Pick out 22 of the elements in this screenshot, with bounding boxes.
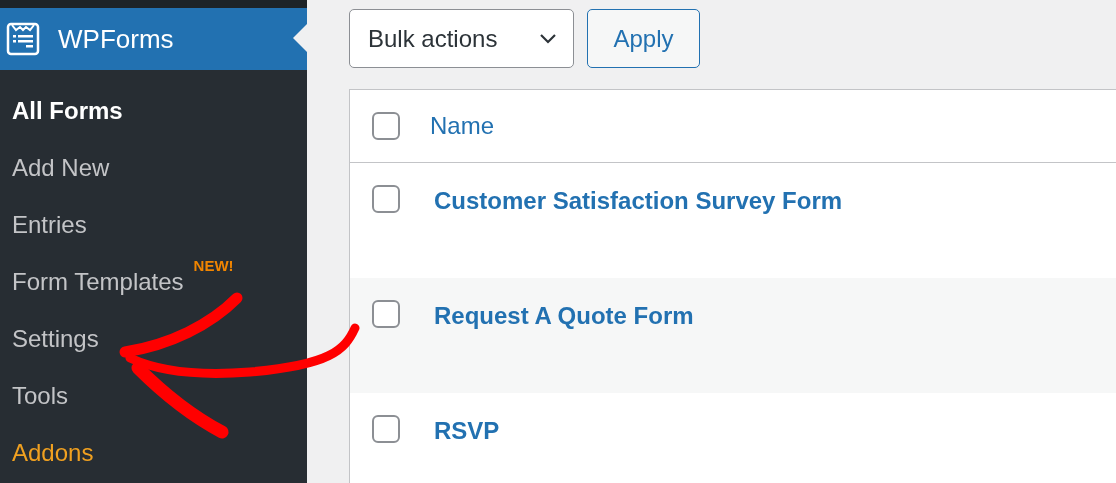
sidebar-item[interactable]: Tools [12, 381, 69, 410]
form-icon [6, 22, 40, 56]
column-header[interactable]: Name [430, 112, 495, 140]
sidebar-item[interactable]: Entries [12, 210, 87, 239]
checkbox[interactable] [372, 185, 400, 213]
checkbox[interactable] [372, 112, 400, 140]
new-label: NEW! [193, 257, 234, 274]
sidebar-item[interactable]: All Forms [12, 96, 123, 125]
chevron-icon [539, 32, 557, 45]
form-link[interactable]: RSVP [434, 417, 500, 445]
form-link[interactable]: Request A Quote Form [434, 302, 694, 330]
bulk-actions-dropdown[interactable]: Bulk actions [349, 9, 574, 68]
sidebar-item[interactable]: Settings [12, 324, 99, 353]
apply-button[interactable]: Apply [587, 9, 700, 68]
current-menu-pointer [293, 24, 307, 52]
form-link[interactable]: Customer Satisfaction Survey Form [434, 187, 843, 215]
checkbox[interactable] [372, 415, 400, 443]
sidebar-item[interactable]: Add New [12, 153, 110, 182]
sidebar-item[interactable]: Form Templates [12, 267, 184, 296]
menu-header[interactable]: WPForms [0, 8, 307, 70]
sidebar-item[interactable]: Addons [12, 438, 94, 467]
checkbox[interactable] [372, 300, 400, 328]
